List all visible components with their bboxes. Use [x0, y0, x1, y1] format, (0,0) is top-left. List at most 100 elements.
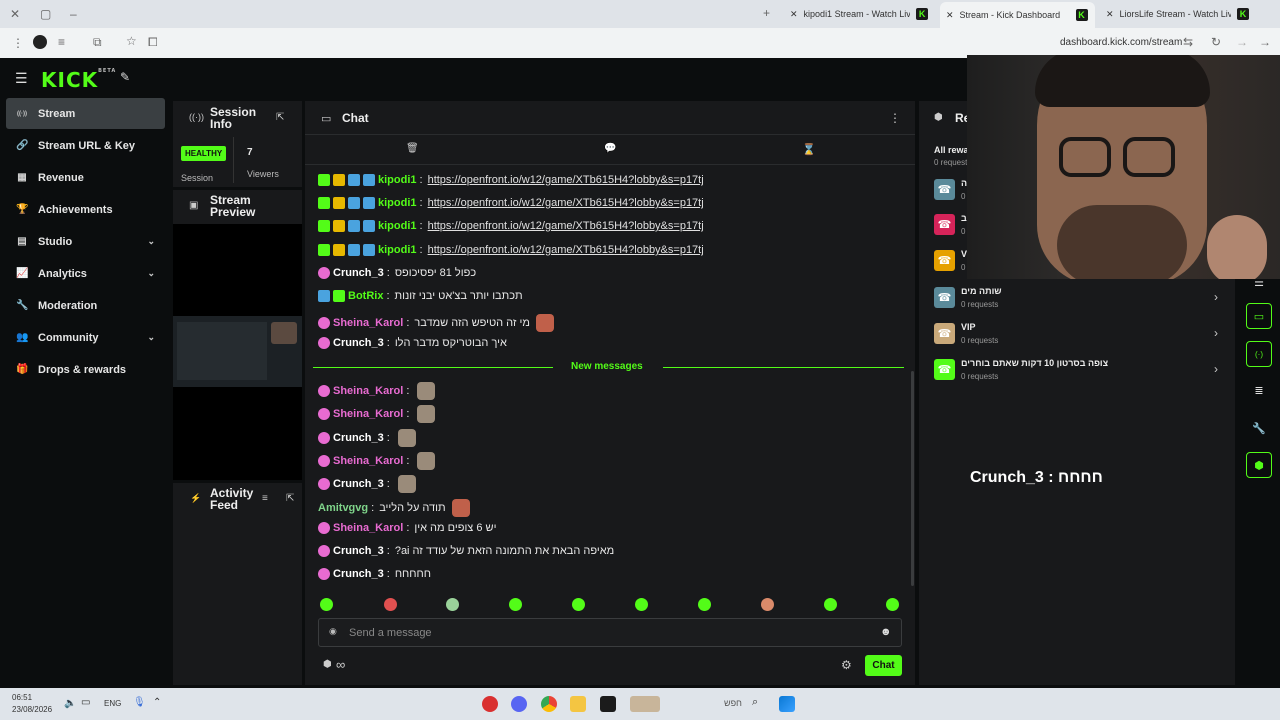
- popout-icon[interactable]: ⇱: [276, 112, 284, 123]
- reward-item[interactable]: ☎ VIP 0 requests ›: [934, 320, 1224, 350]
- tab-dashboard[interactable]: ✕ Stream - Kick Dashboard K: [940, 2, 1095, 28]
- minimize-icon[interactable]: –: [70, 7, 77, 21]
- settings-gear-icon[interactable]: ⚙: [841, 658, 852, 672]
- tab-kipodi1[interactable]: ✕ kipodi1 Stream - Watch Live o K: [784, 4, 934, 24]
- sidebar-item-analytics[interactable]: 📈 Analytics ⌄: [6, 258, 165, 289]
- close-window-icon[interactable]: ✕: [10, 7, 20, 21]
- app-icon[interactable]: [482, 696, 498, 712]
- chat-message-link[interactable]: https://openfront.io/w12/game/XTb615H4?l…: [428, 174, 704, 186]
- sidebar-item-stream[interactable]: ((·)) Stream: [6, 98, 165, 129]
- sidebar-item-drops-rewards[interactable]: 🎁 Drops & rewards: [6, 354, 165, 385]
- chat-username[interactable]: Crunch_3: [333, 568, 384, 580]
- stack-icon[interactable]: ≣: [1246, 377, 1272, 403]
- language-indicator[interactable]: ENG: [104, 699, 121, 708]
- extensions-icon[interactable]: ⧉: [93, 35, 102, 50]
- chat-username[interactable]: kipodi1: [378, 244, 417, 256]
- chat-bubble-icon[interactable]: 💬: [604, 143, 616, 154]
- network-icon[interactable]: ▭: [81, 697, 90, 708]
- points-icon[interactable]: ⬢: [323, 659, 332, 670]
- chat-input[interactable]: ◉ Send a message ☻: [318, 618, 902, 647]
- chevron-right-icon[interactable]: ›: [1214, 326, 1218, 340]
- sidebar-item-revenue[interactable]: ▦ Revenue: [6, 162, 165, 193]
- widget-icon[interactable]: [630, 696, 660, 712]
- media-icon[interactable]: ≡: [58, 35, 65, 49]
- chat-message-link[interactable]: https://openfront.io/w12/game/XTb615H4?l…: [428, 220, 704, 232]
- chevron-right-icon[interactable]: ›: [1214, 290, 1218, 304]
- back-icon[interactable]: →: [1259, 35, 1271, 49]
- quick-emote-button[interactable]: [698, 598, 711, 611]
- chat-username[interactable]: Sheina_Karol: [333, 408, 403, 420]
- sidebar-item-stream-url-key[interactable]: 🔗 Stream URL & Key: [6, 130, 165, 161]
- chevron-right-icon[interactable]: ›: [1214, 362, 1218, 376]
- chevron-down-icon[interactable]: ⌄: [147, 332, 155, 343]
- close-tab-icon[interactable]: ✕: [946, 10, 954, 21]
- chat-rail-icon[interactable]: ▭: [1246, 303, 1272, 329]
- chevron-down-icon[interactable]: ⌄: [147, 268, 155, 279]
- url-text[interactable]: dashboard.kick.com/stream: [1060, 37, 1182, 48]
- capcut-icon[interactable]: [600, 696, 616, 712]
- chrome-icon[interactable]: [541, 696, 557, 712]
- quick-emote-button[interactable]: [761, 598, 774, 611]
- sidebar-item-community[interactable]: 👥 Community ⌄: [6, 322, 165, 353]
- trash-icon[interactable]: 🗑: [406, 143, 419, 154]
- reward-item[interactable]: ☎ שותה מים 0 requests ›: [934, 284, 1224, 314]
- discord-icon[interactable]: [511, 696, 527, 712]
- chat-username[interactable]: Amitvgvg: [318, 502, 368, 514]
- quick-emote-button[interactable]: [886, 598, 899, 611]
- sidebar-item-achievements[interactable]: 🏆 Achievements: [6, 194, 165, 225]
- chevron-up-icon[interactable]: ⌃: [153, 697, 161, 708]
- chat-username[interactable]: Crunch_3: [333, 432, 384, 444]
- profile-icon[interactable]: [33, 35, 47, 49]
- hourglass-icon[interactable]: ⌛: [802, 143, 816, 156]
- reward-item[interactable]: ☎ צופה בסרטון 10 דקות שאתם בוחרים 0 reques…: [934, 356, 1224, 386]
- close-tab-icon[interactable]: ✕: [1106, 9, 1114, 20]
- quick-emote-button[interactable]: [384, 598, 397, 611]
- rewards-rail-icon[interactable]: ⬢: [1246, 452, 1272, 478]
- emote-picker-icon[interactable]: ◉: [329, 626, 337, 637]
- quick-emote-button[interactable]: [509, 598, 522, 611]
- tab-liorslife[interactable]: ✕ LiorsLife Stream - Watch Live w K: [1100, 4, 1255, 24]
- new-tab-button[interactable]: +: [763, 6, 770, 20]
- chat-message-link[interactable]: https://openfront.io/w12/game/XTb615H4?l…: [428, 197, 704, 209]
- filter-icon[interactable]: ≡: [262, 493, 268, 504]
- star-icon[interactable]: ☆: [126, 34, 137, 48]
- chat-username[interactable]: Sheina_Karol: [333, 385, 403, 397]
- chat-username[interactable]: Crunch_3: [333, 478, 384, 490]
- popout-icon[interactable]: ⇱: [286, 493, 294, 504]
- sidebar-item-studio[interactable]: ▤ Studio ⌄: [6, 226, 165, 257]
- chat-username[interactable]: Sheina_Karol: [333, 317, 403, 329]
- quick-emote-button[interactable]: [446, 598, 459, 611]
- stream-thumbnail[interactable]: [173, 316, 302, 387]
- tune-icon[interactable]: ⇆: [1183, 35, 1193, 49]
- tools-icon[interactable]: ✎: [120, 70, 130, 84]
- quick-emote-button[interactable]: [572, 598, 585, 611]
- chat-username[interactable]: Sheina_Karol: [333, 455, 403, 467]
- smiley-icon[interactable]: ☻: [880, 626, 892, 638]
- send-chat-button[interactable]: Chat: [865, 655, 902, 676]
- chat-message-link[interactable]: https://openfront.io/w12/game/XTb615H4?l…: [428, 244, 704, 256]
- close-tab-icon[interactable]: ✕: [790, 9, 798, 20]
- wrench-icon[interactable]: 🔧: [1246, 415, 1272, 441]
- chat-username[interactable]: Crunch_3: [333, 545, 384, 557]
- install-icon[interactable]: ⧠: [148, 35, 158, 50]
- volume-icon[interactable]: 🔈: [64, 698, 76, 709]
- chat-username[interactable]: Sheina_Karol: [333, 522, 403, 534]
- quick-emote-button[interactable]: [320, 598, 333, 611]
- chat-username[interactable]: Crunch_3: [333, 337, 384, 349]
- quick-emote-button[interactable]: [824, 598, 837, 611]
- chat-username[interactable]: Crunch_3: [333, 267, 384, 279]
- chat-username[interactable]: BotRix: [348, 290, 383, 302]
- all-rewards-label[interactable]: All rewa: [934, 145, 969, 155]
- forward-icon[interactable]: →: [1236, 35, 1248, 49]
- chat-username[interactable]: kipodi1: [378, 174, 417, 186]
- sidebar-item-moderation[interactable]: 🔧 Moderation: [6, 290, 165, 321]
- folder-icon[interactable]: [570, 696, 586, 712]
- chat-username[interactable]: kipodi1: [378, 197, 417, 209]
- taskbar-search-label[interactable]: חפש: [724, 698, 742, 708]
- mic-icon[interactable]: 🎙: [133, 697, 146, 708]
- chat-username[interactable]: kipodi1: [378, 220, 417, 232]
- hamburger-icon[interactable]: ☰: [15, 70, 28, 87]
- search-icon[interactable]: ⌕: [752, 696, 758, 709]
- reload-icon[interactable]: ↻: [1211, 35, 1221, 49]
- quick-emote-button[interactable]: [635, 598, 648, 611]
